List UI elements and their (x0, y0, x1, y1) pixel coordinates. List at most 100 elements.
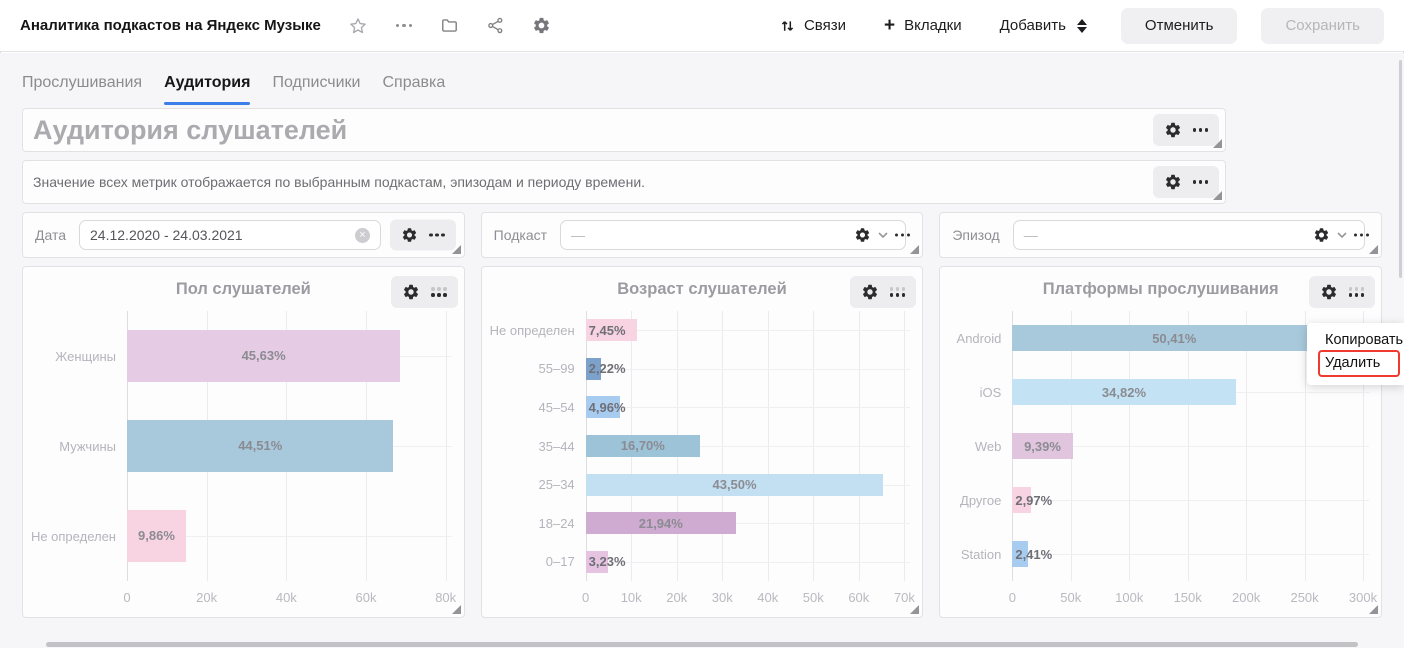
x-axis: 010k20k30k40k50k60k70k (586, 590, 905, 606)
date-range-input[interactable]: 24.12.2020 - 24.03.2021 × (79, 220, 381, 250)
x-tick-label: 40k (757, 590, 778, 605)
add-button[interactable]: Добавить (1000, 17, 1087, 34)
bar-value-label: 7,45% (589, 323, 626, 338)
x-tick-label: 100k (1115, 590, 1143, 605)
tab-auditoriya[interactable]: Аудитория (164, 74, 250, 105)
window-bottom-edge (46, 642, 1358, 647)
bar-row: 43,50% (586, 465, 905, 504)
tab-podpischiki[interactable]: Подписчики (272, 74, 360, 105)
resize-handle[interactable] (910, 605, 919, 614)
bar-18–24[interactable]: 21,94% (586, 512, 736, 534)
podcast-select-value: — (571, 227, 585, 243)
chart-plot-area: AndroidiOSWebДругоеStation 50,41%34,82%9… (952, 311, 1363, 581)
resize-handle[interactable] (910, 245, 919, 254)
widget-more-icon[interactable] (890, 287, 906, 297)
description-text: Значение всех метрик отображается по выб… (33, 174, 645, 190)
tab-spravka[interactable]: Справка (382, 74, 445, 105)
share-icon[interactable] (485, 15, 507, 37)
cancel-button[interactable]: Отменить (1121, 8, 1238, 44)
bar-value-label: 34,82% (1102, 385, 1146, 400)
x-tick-label: 20k (666, 590, 687, 605)
connections-button[interactable]: Связи (780, 17, 846, 34)
bar-Не определен[interactable]: 9,86% (127, 510, 186, 561)
widget-gear-icon[interactable] (1164, 173, 1182, 191)
chevron-down-icon (1337, 232, 1347, 239)
document-actions (347, 15, 553, 37)
resize-handle[interactable] (452, 605, 461, 614)
settings-icon[interactable] (531, 15, 553, 37)
bar-Мужчины[interactable]: 44,51% (127, 420, 393, 471)
chart-platforms-controls[interactable] (1309, 276, 1376, 308)
widget-gear-icon[interactable] (402, 283, 420, 301)
description-widget-controls[interactable] (1153, 166, 1220, 198)
bar-row: 2,22% (586, 350, 905, 389)
topbar-right-actions: Связи + Вкладки Добавить Отменить Сохран… (742, 8, 1384, 44)
date-range-value: 24.12.2020 - 24.03.2021 (90, 227, 243, 243)
widget-gear-icon[interactable] (854, 227, 871, 244)
widget-gear-icon[interactable] (1320, 283, 1338, 301)
x-tick-label: 50k (803, 590, 824, 605)
filter-date-controls[interactable] (390, 220, 456, 251)
x-tick-label: 40k (276, 590, 297, 605)
description-widget: Значение всех метрик отображается по выб… (22, 160, 1226, 204)
menu-item-copy[interactable]: Копировать (1307, 329, 1404, 352)
widget-more-icon[interactable] (895, 233, 911, 237)
filter-podcast-label: Подкаст (494, 227, 547, 243)
resize-handle[interactable] (1213, 191, 1222, 200)
episode-select-value: — (1024, 227, 1038, 243)
widget-gear-icon[interactable] (861, 283, 879, 301)
filter-date-label: Дата (35, 227, 66, 243)
bar-value-label: 2,22% (589, 361, 626, 376)
chart-card-age: Возраст слушателей Не определен55–9945–5… (481, 266, 924, 618)
category-label: 0–17 (494, 542, 586, 581)
widget-more-icon[interactable] (1193, 180, 1209, 184)
widget-gear-icon[interactable] (401, 227, 418, 244)
bar-Женщины[interactable]: 45,63% (127, 330, 400, 381)
resize-handle[interactable] (1213, 139, 1222, 148)
bar-value-label: 2,41% (1015, 547, 1052, 562)
resize-handle[interactable] (452, 245, 461, 254)
expand-collapse-icon (1077, 19, 1087, 33)
scrollbar-thumb[interactable] (1399, 60, 1402, 278)
x-tick-label: 0 (1009, 590, 1016, 605)
star-icon[interactable] (347, 15, 369, 37)
bar-35–44[interactable]: 16,70% (586, 435, 700, 457)
bar-Web[interactable]: 9,39% (1012, 433, 1072, 459)
resize-handle[interactable] (1369, 245, 1378, 254)
tab-proslushivaniya[interactable]: Прослушивания (22, 74, 142, 105)
widget-more-icon[interactable] (1193, 128, 1209, 132)
widget-gear-icon[interactable] (1313, 227, 1330, 244)
widget-more-icon[interactable] (1349, 287, 1365, 297)
widget-more-icon[interactable] (1354, 233, 1370, 237)
tabs-button[interactable]: + Вкладки (884, 16, 962, 35)
chart-gender-controls[interactable] (391, 276, 458, 308)
bar-Android[interactable]: 50,41% (1012, 325, 1336, 351)
x-tick-label: 250k (1290, 590, 1318, 605)
bar-row: 4,96% (586, 388, 905, 427)
save-button[interactable]: Сохранить (1261, 8, 1384, 44)
bar-value-label: 9,86% (138, 528, 175, 543)
resize-handle[interactable] (1369, 605, 1378, 614)
clear-icon[interactable]: × (355, 228, 370, 243)
chart-plot-area: Не определен55–9945–5435–4425–3418–240–1… (494, 311, 905, 581)
category-label: iOS (952, 365, 1012, 419)
bar-iOS[interactable]: 34,82% (1012, 379, 1235, 405)
widget-gear-icon[interactable] (1164, 121, 1182, 139)
folder-icon[interactable] (439, 15, 461, 37)
bar-value-label: 43,50% (712, 477, 756, 492)
filter-episode-controls[interactable] (1311, 223, 1372, 248)
x-tick-label: 10k (621, 590, 642, 605)
category-label: Station (952, 527, 1012, 581)
category-label: Мужчины (35, 401, 127, 491)
menu-item-delete[interactable]: Удалить (1307, 352, 1404, 375)
widget-more-icon[interactable] (429, 233, 445, 237)
category-label: Не определен (35, 491, 127, 581)
x-tick-label: 50k (1060, 590, 1081, 605)
chart-age-controls[interactable] (850, 276, 917, 308)
filter-podcast-controls[interactable] (852, 223, 913, 248)
title-widget-controls[interactable] (1153, 114, 1220, 146)
bar-value-label: 16,70% (621, 438, 665, 453)
widget-more-icon[interactable] (431, 287, 447, 297)
bar-25–34[interactable]: 43,50% (586, 474, 884, 496)
more-icon[interactable] (393, 15, 415, 37)
